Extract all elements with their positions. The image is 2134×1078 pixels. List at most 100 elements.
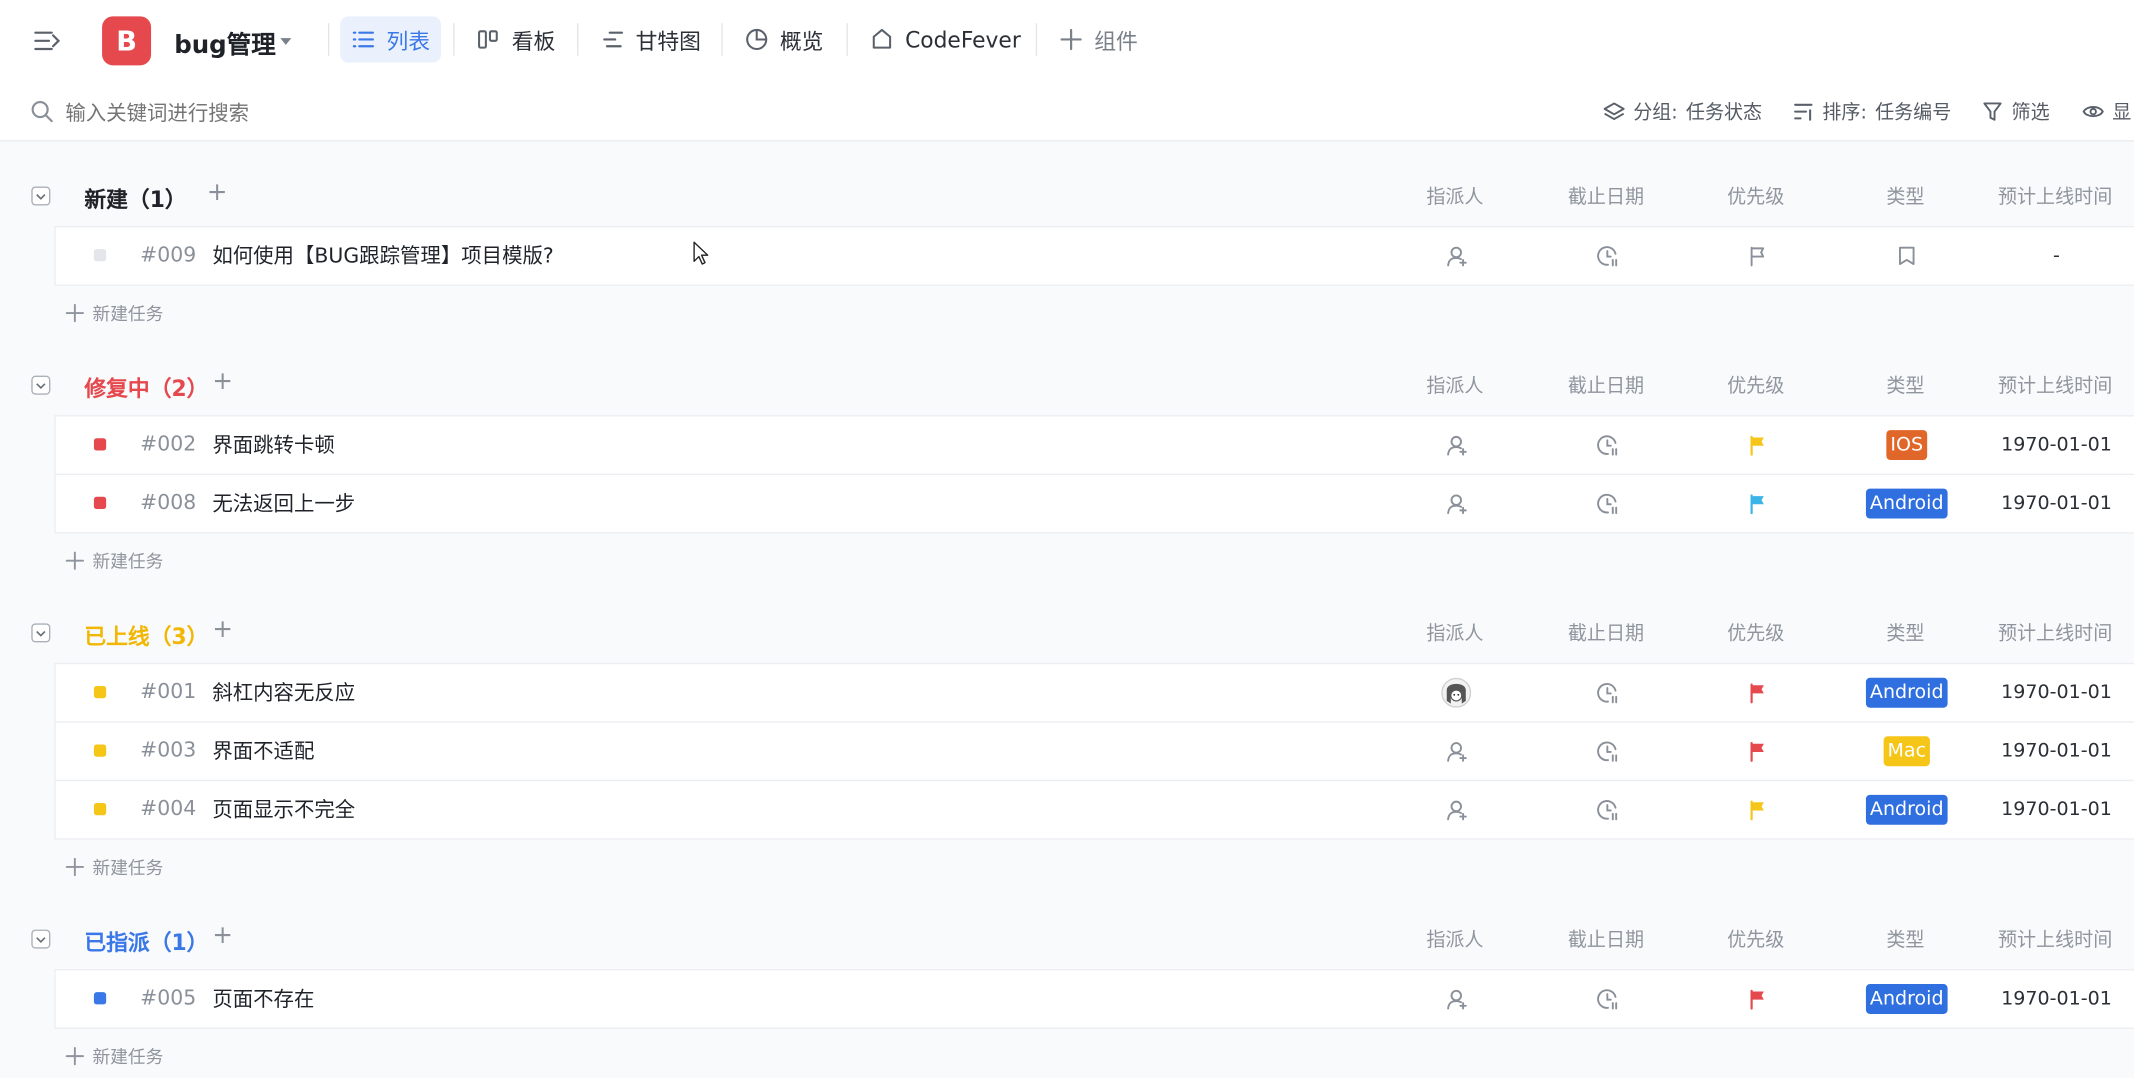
type-cell[interactable] bbox=[1832, 227, 1982, 284]
priority-cell[interactable] bbox=[1682, 664, 1832, 721]
add-task-plus-icon[interactable]: + bbox=[212, 367, 233, 396]
add-task-plus-icon[interactable]: + bbox=[212, 921, 233, 950]
tab-label: 组件 bbox=[1094, 28, 1138, 55]
task-title[interactable]: 界面不适配 bbox=[212, 736, 314, 765]
tab-codefever[interactable]: CodeFever bbox=[859, 16, 1032, 62]
column-header: 类型 bbox=[1886, 929, 1925, 952]
display-label: 显 bbox=[2112, 102, 2132, 124]
assignee-cell[interactable] bbox=[1381, 475, 1531, 532]
group-collapse-toggle[interactable] bbox=[31, 375, 51, 395]
column-header: 预计上线时间 bbox=[1997, 929, 2113, 952]
tab-label: 概览 bbox=[779, 28, 824, 55]
task-id: #001 bbox=[140, 679, 197, 704]
assignee-cell[interactable] bbox=[1381, 781, 1531, 838]
add-task-button[interactable]: 新建任务 bbox=[65, 853, 163, 879]
gantt-icon bbox=[603, 31, 624, 48]
assignee-cell[interactable] bbox=[1381, 227, 1531, 284]
task-row[interactable]: #009 如何使用【BUG跟踪管理】项目模版? - bbox=[54, 225, 2134, 286]
list-icon bbox=[352, 31, 375, 48]
due-date-cell[interactable] bbox=[1532, 723, 1682, 780]
priority-cell[interactable] bbox=[1682, 416, 1832, 473]
task-row[interactable]: #008 无法返回上一步 Android 1970-01-01 bbox=[54, 473, 2134, 534]
type-cell[interactable]: Android bbox=[1832, 475, 1982, 532]
task-title[interactable]: 页面显示不完全 bbox=[212, 795, 355, 824]
due-date-cell[interactable] bbox=[1532, 970, 1682, 1027]
add-task-plus-icon[interactable]: + bbox=[207, 178, 228, 207]
assignee-cell[interactable] bbox=[1381, 723, 1531, 780]
task-row[interactable]: #003 界面不适配 Mac 1970-01-01 bbox=[54, 721, 2134, 782]
tab-overview[interactable]: 概览 bbox=[734, 16, 835, 62]
tab-board[interactable]: 看板 bbox=[465, 16, 566, 62]
status-indicator bbox=[93, 496, 107, 510]
status-indicator bbox=[93, 744, 107, 757]
release-date-cell[interactable]: 1970-01-01 bbox=[1982, 416, 2132, 473]
tab-label: CodeFever bbox=[905, 26, 1021, 53]
type-cell[interactable]: Android bbox=[1832, 664, 1982, 721]
add-task-label: 新建任务 bbox=[92, 304, 164, 326]
release-date-cell[interactable]: - bbox=[1982, 227, 2132, 284]
add-task-button[interactable]: 新建任务 bbox=[65, 547, 163, 573]
priority-cell[interactable] bbox=[1682, 227, 1832, 284]
type-badge: Android bbox=[1865, 677, 1948, 708]
add-task-plus-icon[interactable]: + bbox=[212, 615, 233, 644]
due-date-cell[interactable] bbox=[1532, 664, 1682, 721]
search-input[interactable] bbox=[62, 96, 613, 130]
group-by-button[interactable]: 分组: 任务状态 bbox=[1603, 99, 1762, 124]
caret-down-icon[interactable] bbox=[279, 30, 293, 56]
due-date-cell[interactable] bbox=[1532, 781, 1682, 838]
due-date-cell[interactable] bbox=[1532, 475, 1682, 532]
type-cell[interactable]: IOS bbox=[1832, 416, 1982, 473]
sort-button[interactable]: 排序: 任务编号 bbox=[1792, 99, 1951, 124]
release-date-cell[interactable]: 1970-01-01 bbox=[1982, 781, 2132, 838]
project-name[interactable]: bug管理 bbox=[174, 26, 276, 61]
display-button[interactable]: 显 bbox=[2082, 99, 2132, 124]
task-title[interactable]: 页面不存在 bbox=[212, 984, 314, 1013]
board-icon bbox=[478, 30, 498, 49]
sidebar-toggle-icon[interactable] bbox=[33, 27, 63, 60]
task-row[interactable]: #002 界面跳转卡顿 IOS 1970-01-01 bbox=[54, 415, 2134, 475]
status-indicator bbox=[93, 685, 107, 699]
column-header: 优先级 bbox=[1727, 623, 1785, 646]
group-collapse-toggle[interactable] bbox=[31, 186, 51, 206]
tab-add-component[interactable]: 组件 bbox=[1048, 16, 1149, 62]
tab-list[interactable]: 列表 bbox=[340, 16, 441, 63]
type-cell[interactable]: Mac bbox=[1832, 723, 1982, 780]
priority-cell[interactable] bbox=[1682, 723, 1832, 780]
assignee-cell[interactable] bbox=[1381, 970, 1531, 1027]
release-date-cell[interactable]: 1970-01-01 bbox=[1982, 723, 2132, 780]
task-title[interactable]: 斜杠内容无反应 bbox=[212, 678, 355, 707]
tab-gantt[interactable]: 甘特图 bbox=[589, 16, 712, 62]
group-by-label: 分组: bbox=[1633, 102, 1678, 124]
type-cell[interactable]: Android bbox=[1832, 781, 1982, 838]
release-date-cell[interactable]: 1970-01-01 bbox=[1982, 970, 2132, 1027]
eye-icon bbox=[2082, 106, 2104, 118]
add-task-button[interactable]: 新建任务 bbox=[65, 1043, 163, 1068]
task-row[interactable]: #004 页面显示不完全 Android 1970-01-01 bbox=[54, 779, 2134, 840]
filter-button[interactable]: 筛选 bbox=[1982, 99, 2050, 124]
due-date-clock-icon bbox=[1596, 988, 1617, 1009]
group-collapse-toggle[interactable] bbox=[31, 623, 51, 643]
type-badge: Mac bbox=[1883, 736, 1931, 767]
assignee-cell[interactable] bbox=[1381, 664, 1531, 721]
task-row[interactable]: #005 页面不存在 Android 1970-01-01 bbox=[54, 969, 2134, 1029]
group-collapse-toggle[interactable] bbox=[31, 929, 51, 949]
task-id: #009 bbox=[140, 242, 197, 267]
due-date-cell[interactable] bbox=[1532, 227, 1682, 284]
type-cell[interactable]: Android bbox=[1832, 970, 1982, 1027]
add-task-button[interactable]: 新建任务 bbox=[65, 299, 163, 325]
group-title: 已指派（1） bbox=[84, 929, 209, 956]
task-title[interactable]: 界面跳转卡顿 bbox=[212, 430, 335, 459]
task-row[interactable]: #001 斜杠内容无反应 Android 1970-01-01 bbox=[54, 662, 2134, 723]
priority-flag-icon bbox=[1750, 435, 1764, 455]
priority-cell[interactable] bbox=[1682, 781, 1832, 838]
assignee-cell[interactable] bbox=[1381, 416, 1531, 473]
priority-cell[interactable] bbox=[1682, 475, 1832, 532]
task-title[interactable]: 如何使用【BUG跟踪管理】项目模版? bbox=[212, 241, 553, 270]
due-date-cell[interactable] bbox=[1532, 416, 1682, 473]
priority-cell[interactable] bbox=[1682, 970, 1832, 1027]
column-header: 指派人 bbox=[1426, 186, 1484, 209]
release-date-cell[interactable]: 1970-01-01 bbox=[1982, 475, 2132, 532]
codefever-icon bbox=[872, 28, 892, 49]
task-title[interactable]: 无法返回上一步 bbox=[212, 489, 355, 518]
release-date-cell[interactable]: 1970-01-01 bbox=[1982, 664, 2132, 721]
